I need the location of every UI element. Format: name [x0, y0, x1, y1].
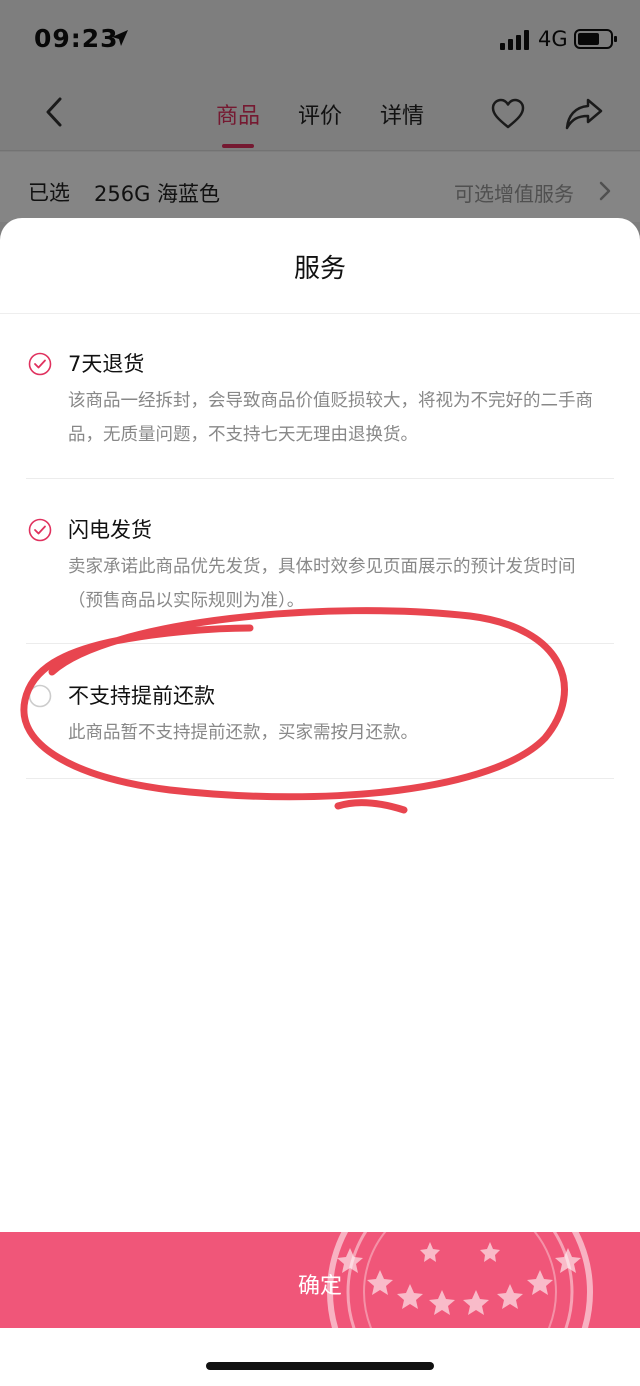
service-description: 该商品一经拆封，会导致商品价值贬损较大，将视为不完好的二手商品，无质量问题，不支… [68, 391, 593, 445]
service-description: 此商品暂不支持提前还款，买家需按月还款。 [68, 723, 418, 743]
services-sheet: 服务 7天退货 该商品一经拆封，会导致商品价值贬损较大，将视为不完好的二手商品，… [0, 218, 640, 1386]
sheet-title: 服务 [293, 254, 346, 284]
confirm-button[interactable]: 确定 [0, 1232, 640, 1328]
check-circle-icon [28, 352, 52, 376]
check-circle-icon [28, 518, 52, 542]
home-indicator[interactable] [206, 1362, 434, 1370]
item-divider [26, 778, 614, 779]
unchecked-circle-icon [28, 684, 52, 708]
confirm-button-label: 确定 [297, 1274, 342, 1299]
item-divider [26, 478, 614, 479]
page: 09:23 4G 商品 评价 详情 已选 256G 海蓝色 可选增值服务 服务 … [0, 0, 640, 1386]
service-title: 闪电发货 [68, 518, 152, 542]
service-title: 不支持提前还款 [68, 684, 215, 708]
service-title: 7天退货 [68, 352, 145, 376]
service-description: 卖家承诺此商品优先发货，具体时效参见页面展示的预计发货时间（预售商品以实际规则为… [68, 557, 576, 611]
sheet-header-divider [0, 313, 640, 314]
item-divider [26, 643, 614, 644]
